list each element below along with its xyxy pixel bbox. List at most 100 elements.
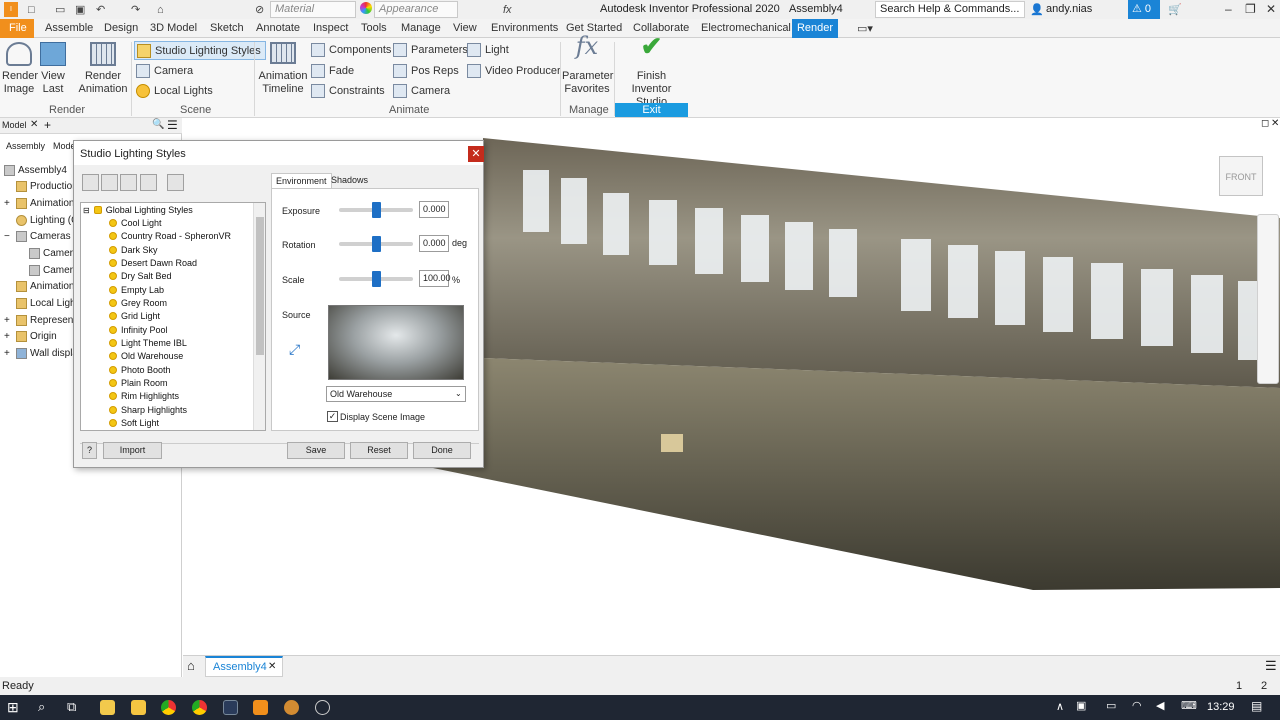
volume-icon[interactable]: ◀: [1156, 699, 1164, 712]
tab-inspect[interactable]: Inspect: [313, 22, 348, 34]
save-icon[interactable]: ▣: [75, 2, 85, 17]
list-item[interactable]: Desert Dawn Road: [109, 258, 197, 268]
restore-button[interactable]: ❐: [1245, 2, 1256, 16]
document-tab-assembly4[interactable]: Assembly4 ✕: [205, 656, 283, 677]
redo-icon[interactable]: ↷: [131, 2, 140, 17]
animate-camera-button[interactable]: Camera: [393, 82, 450, 100]
edit-style-icon[interactable]: [120, 174, 137, 191]
list-item[interactable]: Light Theme IBL: [109, 338, 187, 348]
list-item[interactable]: Plain Room: [109, 378, 168, 388]
close-tab-icon[interactable]: ✕: [268, 661, 276, 672]
studio-lighting-styles-button[interactable]: Studio Lighting Styles: [134, 41, 266, 60]
explorer-icon[interactable]: [131, 700, 146, 715]
cart-icon[interactable]: 🛒: [1168, 2, 1182, 17]
open-icon[interactable]: ▭: [55, 2, 65, 17]
tree-item-camera1[interactable]: Camera: [29, 248, 79, 259]
user-name[interactable]: andy.nias: [1046, 3, 1092, 15]
search-icon[interactable]: ⌕: [38, 699, 45, 715]
save-button[interactable]: Save: [287, 442, 345, 459]
scroll-thumb[interactable]: [256, 217, 264, 355]
close-tab-icon[interactable]: ✕: [30, 119, 38, 130]
rotation-input[interactable]: 0.000: [419, 235, 449, 252]
inventor-icon[interactable]: [253, 700, 268, 715]
tree-item-camera2[interactable]: Camera: [29, 265, 79, 276]
finish-inventor-studio-button[interactable]: ✔ Finish Inventor Studio: [615, 33, 688, 109]
tab-file[interactable]: File: [0, 19, 34, 38]
lighting-styles-list[interactable]: ⊟ Global Lighting Styles Cool Light Count…: [80, 202, 266, 431]
camera-button[interactable]: Camera: [136, 62, 193, 80]
view-last-button[interactable]: View Last: [38, 42, 68, 96]
list-item[interactable]: Country Road - SpheronVR: [109, 231, 231, 241]
exposure-thumb[interactable]: [372, 202, 381, 218]
list-item[interactable]: Rim Highlights: [109, 391, 179, 401]
new-light-icon[interactable]: [101, 174, 118, 191]
search-input[interactable]: Search Help & Commands...: [875, 1, 1025, 18]
fade-button[interactable]: Fade: [311, 62, 354, 80]
new-icon[interactable]: □: [28, 2, 35, 17]
list-item[interactable]: Dark Sky: [109, 245, 158, 255]
tree-item-cameras[interactable]: − Cameras: [4, 231, 71, 242]
tree-item-assembly[interactable]: Assembly4: [4, 165, 67, 176]
scale-thumb[interactable]: [372, 271, 381, 287]
pos-reps-button[interactable]: Pos Reps: [393, 62, 459, 80]
tree-item-wall-display[interactable]: + Wall displa: [4, 348, 78, 359]
parameters-button[interactable]: Parameters: [393, 41, 468, 59]
tree-item-lighting[interactable]: Lighting (O: [16, 215, 79, 226]
list-item[interactable]: Infinity Pool: [109, 325, 168, 335]
import-button[interactable]: Import: [103, 442, 162, 459]
menu-icon[interactable]: ☰: [167, 118, 178, 132]
tab-sketch[interactable]: Sketch: [210, 22, 244, 34]
help-icon[interactable]: ?: [82, 442, 97, 459]
tree-item-animations[interactable]: + Animations: [4, 198, 79, 209]
wifi-icon[interactable]: ◠: [1132, 699, 1142, 712]
parameter-favorites-button[interactable]: fx Parameter Favorites: [562, 34, 613, 96]
maximize-icon[interactable]: ◻: [1261, 118, 1269, 129]
material-dropdown[interactable]: Material: [270, 1, 356, 18]
tab-model[interactable]: Model: [2, 120, 27, 130]
tab-annotate[interactable]: Annotate: [256, 22, 300, 34]
navigation-bar[interactable]: [1257, 214, 1279, 384]
tab-view[interactable]: View: [453, 22, 477, 34]
home-icon[interactable]: ⌂: [187, 658, 195, 673]
add-tab-icon[interactable]: +: [44, 118, 51, 132]
color-override-icon[interactable]: ⊘: [255, 2, 264, 17]
light-button[interactable]: Light: [467, 41, 509, 59]
close-button[interactable]: ✕: [1266, 2, 1276, 16]
app-icon[interactable]: [315, 700, 330, 715]
app-icon[interactable]: [284, 700, 299, 715]
windows-start-icon[interactable]: ⊞: [7, 699, 19, 716]
rotation-thumb[interactable]: [372, 236, 381, 252]
purge-style-icon[interactable]: [167, 174, 184, 191]
appearance-dropdown[interactable]: Appearance: [374, 1, 458, 18]
tab-environment[interactable]: Environment: [271, 173, 332, 188]
close-view-icon[interactable]: ✕: [1271, 118, 1279, 129]
list-item[interactable]: Soft Light: [109, 418, 159, 428]
app-icon[interactable]: [223, 700, 238, 715]
render-animation-button[interactable]: Render Animation: [78, 42, 128, 96]
tree-item-animation[interactable]: Animation I: [16, 281, 80, 292]
video-producer-button[interactable]: Video Producer: [467, 62, 561, 80]
chrome-icon[interactable]: [161, 700, 176, 715]
battery-icon[interactable]: ▭: [1106, 699, 1116, 712]
list-item[interactable]: Sharp Highlights: [109, 405, 187, 415]
reset-button[interactable]: Reset: [350, 442, 408, 459]
tab-assemble[interactable]: Assemble: [45, 22, 93, 34]
tab-electromechanical[interactable]: Electromechanical: [701, 22, 791, 34]
tray-chevron-icon[interactable]: ∧: [1056, 700, 1064, 713]
list-item[interactable]: Grey Room: [109, 298, 167, 308]
constraints-button[interactable]: Constraints: [311, 82, 385, 100]
tree-item-representations[interactable]: + Represent: [4, 315, 76, 326]
list-item[interactable]: Dry Salt Bed: [109, 271, 172, 281]
local-lights-button[interactable]: Local Lights: [136, 82, 213, 100]
animation-timeline-button[interactable]: Animation Timeline: [258, 42, 308, 96]
tray-app-icon[interactable]: ▣: [1076, 699, 1086, 712]
notifications-icon[interactable]: ▤: [1251, 699, 1262, 713]
app-logo-icon[interactable]: I: [4, 2, 18, 17]
task-view-icon[interactable]: ⧉: [67, 699, 76, 715]
exposure-input[interactable]: 0.000: [419, 201, 449, 218]
components-button[interactable]: Components: [311, 41, 391, 59]
tab-3d-model[interactable]: 3D Model: [150, 22, 197, 34]
undo-icon[interactable]: ↶: [96, 2, 105, 17]
list-item[interactable]: Grid Light: [109, 311, 160, 321]
notifications-badge[interactable]: ⚠ 0: [1128, 0, 1160, 19]
